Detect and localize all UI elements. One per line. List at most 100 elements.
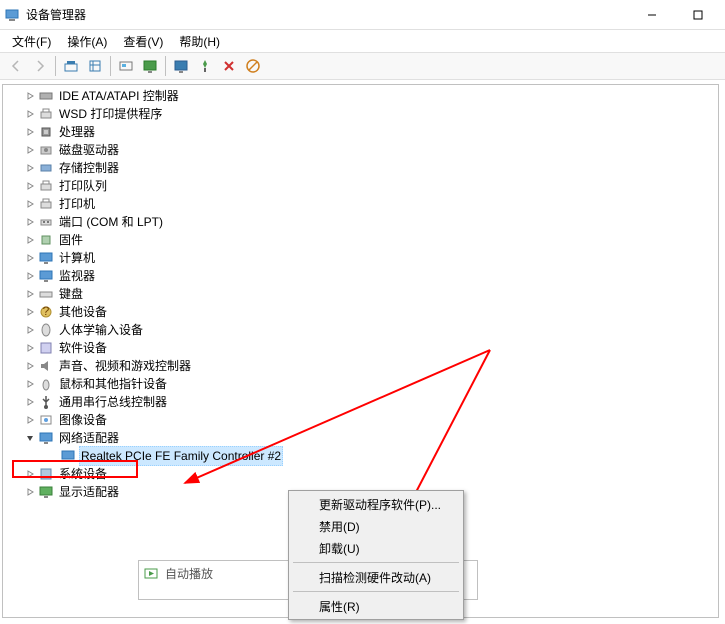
context-menu-update-driver[interactable]: 更新驱动程序软件(P)... bbox=[291, 493, 461, 515]
context-menu-uninstall[interactable]: 卸载(U) bbox=[291, 537, 461, 559]
toolbar-btn-5[interactable] bbox=[169, 55, 193, 77]
device-icon bbox=[38, 322, 54, 338]
expand-icon[interactable] bbox=[23, 485, 37, 499]
expand-icon[interactable] bbox=[23, 431, 37, 445]
tree-item-label: 鼠标和其他指针设备 bbox=[57, 374, 169, 394]
tree-item-label: 固件 bbox=[57, 230, 85, 250]
network-icon bbox=[60, 448, 76, 464]
expand-icon[interactable] bbox=[23, 107, 37, 121]
tree-item-label: 系统设备 bbox=[57, 464, 109, 484]
tree-item[interactable]: WSD 打印提供程序 bbox=[5, 105, 716, 123]
forward-button bbox=[28, 55, 52, 77]
device-icon bbox=[38, 88, 54, 104]
context-menu-properties[interactable]: 属性(R) bbox=[291, 595, 461, 617]
device-icon bbox=[38, 358, 54, 374]
expand-icon[interactable] bbox=[23, 197, 37, 211]
tree-item[interactable]: 计算机 bbox=[5, 249, 716, 267]
expand-icon[interactable] bbox=[23, 341, 37, 355]
tree-item[interactable]: 通用串行总线控制器 bbox=[5, 393, 716, 411]
tree-item-label: 存储控制器 bbox=[57, 158, 121, 178]
menu-file[interactable]: 文件(F) bbox=[4, 31, 59, 52]
tree-item-label: 端口 (COM 和 LPT) bbox=[57, 212, 165, 232]
tree-item-label: 监视器 bbox=[57, 266, 97, 286]
expand-icon[interactable] bbox=[23, 305, 37, 319]
toolbar-btn-7[interactable] bbox=[217, 55, 241, 77]
tree-item[interactable]: 打印队列 bbox=[5, 177, 716, 195]
expand-icon[interactable] bbox=[23, 269, 37, 283]
tree-item-label: Realtek PCIe FE Family Controller #2 bbox=[79, 446, 283, 466]
tree-item[interactable]: 磁盘驱动器 bbox=[5, 141, 716, 159]
menu-help[interactable]: 帮助(H) bbox=[171, 31, 228, 52]
tree-item[interactable]: 端口 (COM 和 LPT) bbox=[5, 213, 716, 231]
tree-item[interactable]: IDE ATA/ATAPI 控制器 bbox=[5, 87, 716, 105]
expand-icon[interactable] bbox=[23, 323, 37, 337]
tree-item-label: 显示适配器 bbox=[57, 482, 121, 502]
tree-item[interactable]: 系统设备 bbox=[5, 465, 716, 483]
tree-item[interactable]: 处理器 bbox=[5, 123, 716, 141]
toolbar-btn-6[interactable] bbox=[193, 55, 217, 77]
tree-item[interactable]: 图像设备 bbox=[5, 411, 716, 429]
expand-icon[interactable] bbox=[23, 89, 37, 103]
titlebar: 设备管理器 bbox=[0, 0, 725, 30]
tree-item[interactable]: 鼠标和其他指针设备 bbox=[5, 375, 716, 393]
device-icon bbox=[38, 250, 54, 266]
app-icon bbox=[4, 7, 20, 23]
menu-view[interactable]: 查看(V) bbox=[115, 31, 171, 52]
device-icon bbox=[38, 124, 54, 140]
device-icon bbox=[38, 142, 54, 158]
toolbar-btn-2[interactable] bbox=[83, 55, 107, 77]
tree-item[interactable]: 存储控制器 bbox=[5, 159, 716, 177]
toolbar-btn-8[interactable] bbox=[241, 55, 265, 77]
tree-item[interactable]: 键盘 bbox=[5, 285, 716, 303]
context-menu-disable[interactable]: 禁用(D) bbox=[291, 515, 461, 537]
context-menu: 更新驱动程序软件(P)... 禁用(D) 卸载(U) 扫描检测硬件改动(A) 属… bbox=[288, 490, 464, 620]
toolbar-btn-1[interactable] bbox=[59, 55, 83, 77]
device-icon bbox=[38, 160, 54, 176]
device-tree[interactable]: IDE ATA/ATAPI 控制器WSD 打印提供程序处理器磁盘驱动器存储控制器… bbox=[3, 85, 718, 503]
tree-item[interactable]: 监视器 bbox=[5, 267, 716, 285]
tree-item-label: 处理器 bbox=[57, 122, 97, 142]
context-menu-scan[interactable]: 扫描检测硬件改动(A) bbox=[291, 566, 461, 588]
tree-item-label: 其他设备 bbox=[57, 302, 109, 322]
expand-icon[interactable] bbox=[23, 179, 37, 193]
tree-item[interactable]: 软件设备 bbox=[5, 339, 716, 357]
device-icon: ? bbox=[38, 304, 54, 320]
device-icon bbox=[38, 376, 54, 392]
tree-item-label: 软件设备 bbox=[57, 338, 109, 358]
maximize-button[interactable] bbox=[675, 1, 721, 29]
toolbar bbox=[0, 52, 725, 80]
expand-icon[interactable] bbox=[23, 215, 37, 229]
menu-action[interactable]: 操作(A) bbox=[59, 31, 115, 52]
tree-item-label: 声音、视频和游戏控制器 bbox=[57, 356, 193, 376]
tree-item-label: 人体学输入设备 bbox=[57, 320, 145, 340]
expand-icon[interactable] bbox=[23, 251, 37, 265]
expand-icon[interactable] bbox=[23, 413, 37, 427]
tree-item-label: IDE ATA/ATAPI 控制器 bbox=[57, 86, 181, 106]
toolbar-btn-4[interactable] bbox=[138, 55, 162, 77]
svg-text:?: ? bbox=[43, 304, 50, 318]
toolbar-btn-3[interactable] bbox=[114, 55, 138, 77]
minimize-button[interactable] bbox=[629, 1, 675, 29]
tree-item[interactable]: ? 其他设备 bbox=[5, 303, 716, 321]
device-icon bbox=[38, 214, 54, 230]
tree-item-network-adapters[interactable]: 网络适配器 bbox=[5, 429, 716, 447]
expand-icon[interactable] bbox=[23, 359, 37, 373]
tree-item-realtek-nic[interactable]: Realtek PCIe FE Family Controller #2 bbox=[5, 447, 716, 465]
device-icon bbox=[38, 232, 54, 248]
expand-icon[interactable] bbox=[23, 287, 37, 301]
expand-icon[interactable] bbox=[23, 125, 37, 139]
expand-icon[interactable] bbox=[23, 395, 37, 409]
tree-item[interactable]: 人体学输入设备 bbox=[5, 321, 716, 339]
expand-icon[interactable] bbox=[23, 161, 37, 175]
tree-item[interactable]: 打印机 bbox=[5, 195, 716, 213]
autoplay-label: 自动播放 bbox=[165, 565, 213, 582]
tree-item-label: 磁盘驱动器 bbox=[57, 140, 121, 160]
tree-item[interactable]: 固件 bbox=[5, 231, 716, 249]
expand-icon[interactable] bbox=[23, 467, 37, 481]
device-icon bbox=[38, 484, 54, 500]
expand-icon[interactable] bbox=[23, 143, 37, 157]
device-icon bbox=[38, 178, 54, 194]
expand-icon[interactable] bbox=[23, 233, 37, 247]
expand-icon[interactable] bbox=[23, 377, 37, 391]
tree-item[interactable]: 声音、视频和游戏控制器 bbox=[5, 357, 716, 375]
